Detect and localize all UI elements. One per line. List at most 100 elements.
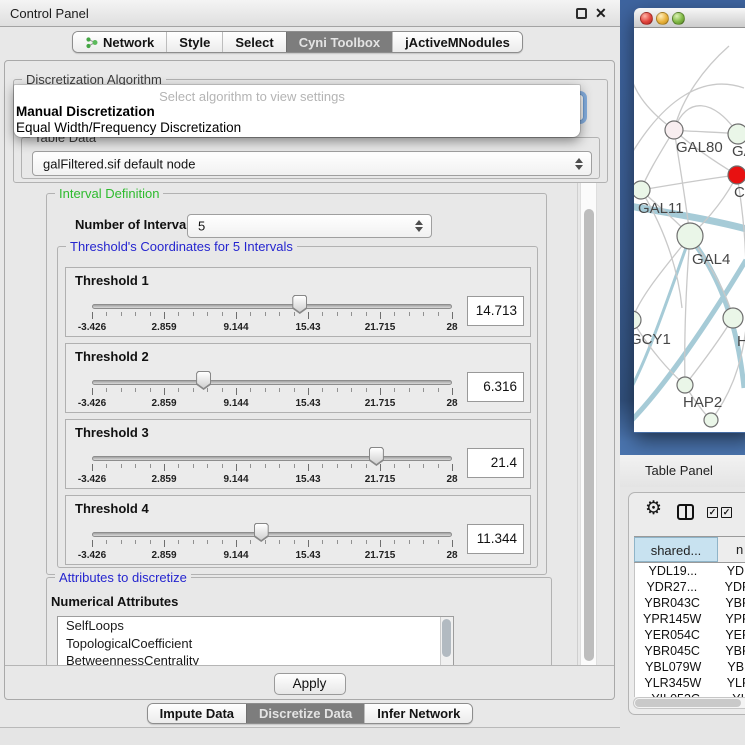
- threshold-slider[interactable]: -3.4262.8599.14415.4321.71528: [92, 447, 452, 489]
- tick-label: 2.859: [151, 398, 176, 409]
- threshold-value-field[interactable]: 14.713: [467, 296, 524, 326]
- horizontal-scrollbar-thumb[interactable]: [635, 699, 741, 707]
- horizontal-scrollbar[interactable]: [633, 697, 745, 709]
- network-edge[interactable]: [641, 175, 737, 190]
- number-of-intervals-combobox[interactable]: 5: [187, 214, 432, 238]
- thresholds-coordinates-group: Threshold's Coordinates for 5 Intervals …: [57, 246, 538, 568]
- tick-label: -3.426: [78, 398, 106, 409]
- tab-select[interactable]: Select: [222, 32, 285, 52]
- attribute-list-item[interactable]: BetweennessCentrality: [58, 652, 453, 666]
- tick-mark: [121, 388, 122, 392]
- column-header-shared-name[interactable]: shared...: [634, 537, 718, 562]
- network-edge[interactable]: [634, 320, 685, 385]
- popup-item-equal-width-frequency[interactable]: Equal Width/Frequency Discretization: [14, 120, 580, 136]
- network-node-gal11[interactable]: [634, 181, 650, 199]
- tab-cyni-toolbox[interactable]: Cyni Toolbox: [286, 32, 392, 52]
- network-node-c[interactable]: [728, 166, 745, 184]
- network-edge[interactable]: [641, 130, 674, 190]
- threshold-slider[interactable]: -3.4262.8599.14415.4321.71528: [92, 523, 452, 565]
- network-canvas[interactable]: GAL80GACGAL11GAL4GCY1HHAP2: [634, 28, 745, 432]
- tick-mark: [265, 464, 266, 468]
- close-icon[interactable]: ✕: [595, 5, 607, 21]
- tick-mark: [193, 312, 194, 316]
- tick-mark: [322, 540, 323, 544]
- popup-item-manual-discretization[interactable]: Manual Discretization: [14, 104, 580, 120]
- slider-track: [92, 304, 452, 309]
- gear-icon[interactable]: ⚙: [645, 499, 662, 519]
- vertical-scrollbar-thumb[interactable]: [584, 209, 594, 661]
- network-node-hap2[interactable]: [677, 377, 693, 393]
- tab-discretize-data[interactable]: Discretize Data: [246, 704, 364, 723]
- checkbox-columns-icon[interactable]: ✓: [707, 507, 718, 518]
- tick-mark: [222, 540, 223, 544]
- network-edge[interactable]: [634, 68, 674, 130]
- tick-label: -3.426: [78, 550, 106, 561]
- table-row[interactable]: YER054CYER0: [635, 627, 745, 643]
- threshold-value-field[interactable]: 21.4: [467, 448, 524, 478]
- tick-mark: [92, 540, 93, 547]
- table-row[interactable]: YDR27...YDR2: [635, 579, 745, 595]
- table-row[interactable]: YBR043CYBR0: [635, 595, 745, 611]
- tick-mark: [135, 540, 136, 544]
- network-node-gcy1[interactable]: [634, 311, 641, 329]
- network-node-h[interactable]: [723, 308, 743, 328]
- checkbox-columns-icon-2[interactable]: ✓: [721, 507, 732, 518]
- table-row[interactable]: YBL079WYBL0: [635, 659, 745, 675]
- network-edge[interactable]: [685, 318, 733, 385]
- tick-mark: [150, 312, 151, 316]
- scroll-viewport-edge: [577, 183, 578, 665]
- attribute-list-item[interactable]: SelfLoops: [58, 617, 453, 635]
- close-traffic-light-icon[interactable]: [640, 12, 653, 25]
- tab-impute-data[interactable]: Impute Data: [148, 704, 246, 723]
- table-row[interactable]: YLR345WYLR3: [635, 675, 745, 691]
- tick-label: 2.859: [151, 322, 176, 333]
- cell-name: YLR3: [711, 675, 745, 691]
- table-row[interactable]: YDL19...YDL1: [635, 563, 745, 579]
- tab-network[interactable]: Network: [73, 32, 166, 52]
- network-view-window[interactable]: GAL80GACGAL11GAL4GCY1HHAP2: [634, 8, 745, 433]
- vertical-scrollbar[interactable]: [580, 183, 597, 665]
- table-panel-header: Table Panel: [620, 455, 745, 487]
- threshold-slider[interactable]: -3.4262.8599.14415.4321.71528: [92, 295, 452, 337]
- numerical-attributes-list[interactable]: SelfLoopsTopologicalCoefficientBetweenne…: [57, 616, 454, 666]
- table-row[interactable]: YBR045CYBR0: [635, 643, 745, 659]
- network-node-unlabeled[interactable]: [704, 413, 718, 427]
- attribute-list-item[interactable]: TopologicalCoefficient: [58, 635, 453, 653]
- zoom-traffic-light-icon[interactable]: [672, 12, 685, 25]
- network-node-gal80[interactable]: [665, 121, 683, 139]
- attributes-list-scrollbar-thumb[interactable]: [442, 619, 451, 657]
- tick-mark: [193, 388, 194, 392]
- split-view-icon[interactable]: [677, 504, 694, 520]
- float-window-icon[interactable]: [576, 8, 587, 19]
- threshold-slider[interactable]: -3.4262.8599.14415.4321.71528: [92, 371, 452, 413]
- tick-mark: [279, 464, 280, 468]
- network-edge[interactable]: [685, 236, 690, 385]
- tab-jactivemnodules[interactable]: jActiveMNodules: [392, 32, 522, 52]
- tick-mark: [438, 540, 439, 544]
- tick-mark: [394, 464, 395, 468]
- tick-mark: [452, 312, 453, 319]
- network-node-ga[interactable]: [728, 124, 745, 144]
- attributes-list-scrollbar[interactable]: [440, 617, 453, 666]
- threshold-value-field[interactable]: 6.316: [467, 372, 524, 402]
- apply-row: Apply: [5, 665, 614, 700]
- column-header-name[interactable]: n: [718, 537, 745, 562]
- network-window-titlebar[interactable]: [634, 8, 745, 28]
- network-node-gal4[interactable]: [677, 223, 703, 249]
- tab-infer-network[interactable]: Infer Network: [364, 704, 472, 723]
- cell-name: YER0: [709, 627, 745, 643]
- table-row[interactable]: YPR145WYPR1: [635, 611, 745, 627]
- minimize-traffic-light-icon[interactable]: [656, 12, 669, 25]
- threshold-value-field[interactable]: 11.344: [467, 524, 524, 554]
- network-edge-thick[interactable]: [634, 242, 688, 394]
- tick-mark: [207, 312, 208, 316]
- tick-mark: [222, 464, 223, 468]
- tick-label: 28: [446, 474, 457, 485]
- network-desktop: GAL80GACGAL11GAL4GCY1HHAP2: [620, 0, 745, 455]
- apply-button[interactable]: Apply: [274, 673, 346, 695]
- algorithm-hint-item[interactable]: Select algorithm to view settings: [14, 85, 580, 104]
- tick-label: 28: [446, 398, 457, 409]
- tab-style[interactable]: Style: [166, 32, 222, 52]
- table-data-combobox[interactable]: galFiltered.sif default node: [32, 151, 592, 176]
- tick-mark: [409, 388, 410, 392]
